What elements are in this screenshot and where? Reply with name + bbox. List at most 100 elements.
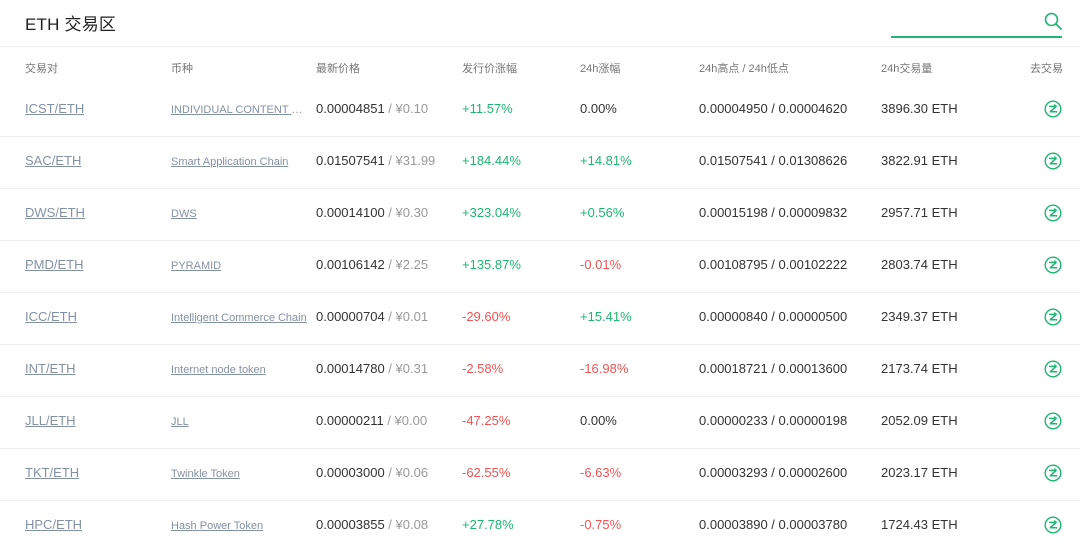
issue-price-change: +184.44% [462, 153, 521, 168]
trade-icon[interactable] [1044, 256, 1062, 274]
volume-24h: 3896.30 ETH [881, 101, 958, 116]
coin-name-link[interactable]: DWS [171, 208, 309, 220]
price-cny: / ¥0.06 [384, 465, 429, 480]
change-24h: +0.56% [580, 205, 625, 220]
table-row[interactable]: INT/ETH Internet node token 0.00014780 /… [0, 345, 1080, 397]
high-low-24h: 0.00108795 / 0.00102222 [699, 257, 848, 272]
pair-link[interactable]: TKT/ETH [25, 465, 79, 480]
trade-icon[interactable] [1044, 464, 1062, 482]
price-cny: / ¥31.99 [384, 153, 436, 168]
coin-name-link[interactable]: INDIVIDUAL CONTENT & SOCIAL TOKEN [171, 104, 309, 116]
high-low-24h: 0.00003890 / 0.00003780 [699, 517, 848, 532]
coin-name-link[interactable]: Hash Power Token [171, 520, 309, 532]
page-header: ETH 交易区 [0, 0, 1080, 47]
col-price[interactable]: 最新价格 [316, 60, 360, 76]
high-low-24h: 0.00018721 / 0.00013600 [699, 361, 848, 376]
issue-price-change: -2.58% [462, 361, 504, 376]
price-cny: / ¥0.01 [384, 309, 429, 324]
issue-price-change: +135.87% [462, 257, 521, 272]
latest-price: 0.00014100 / ¥0.30 [316, 205, 429, 220]
coin-name-link[interactable]: Smart Application Chain [171, 156, 309, 168]
trade-icon[interactable] [1044, 204, 1062, 222]
search-icon[interactable] [1044, 12, 1062, 30]
trade-icon[interactable] [1044, 412, 1062, 430]
high-low-24h: 0.00004950 / 0.00004620 [699, 101, 848, 116]
pair-link[interactable]: ICST/ETH [25, 101, 84, 116]
search-box[interactable] [891, 6, 1062, 38]
latest-price: 0.00004851 / ¥0.10 [316, 101, 429, 116]
col-coin: 币种 [171, 63, 193, 75]
trade-icon[interactable] [1044, 308, 1062, 326]
col-high-low: 24h高点 / 24h低点 [699, 63, 789, 75]
coin-name-link[interactable]: JLL [171, 416, 309, 428]
table-row[interactable]: TKT/ETH Twinkle Token 0.00003000 / ¥0.06… [0, 449, 1080, 501]
col-pair[interactable]: 交易对 [25, 60, 58, 76]
change-24h: 0.00% [580, 101, 617, 116]
pair-link[interactable]: INT/ETH [25, 361, 76, 376]
price-cny: / ¥0.00 [383, 413, 428, 428]
price-cny: / ¥2.25 [384, 257, 429, 272]
change-24h: -0.75% [580, 517, 622, 532]
issue-price-change: +11.57% [462, 101, 513, 116]
latest-price: 0.00014780 / ¥0.31 [316, 361, 429, 376]
issue-price-change: +323.04% [462, 205, 521, 220]
issue-price-change: -47.25% [462, 413, 511, 428]
search-input[interactable] [891, 6, 1044, 34]
issue-price-change: -62.55% [462, 465, 511, 480]
table-row[interactable]: DWS/ETH DWS 0.00014100 / ¥0.30 +323.04% … [0, 189, 1080, 241]
pair-link[interactable]: HPC/ETH [25, 517, 82, 532]
coin-name-link[interactable]: Intelligent Commerce Chain [171, 312, 309, 324]
high-low-24h: 0.00000233 / 0.00000198 [699, 413, 848, 428]
market-table: ICST/ETH INDIVIDUAL CONTENT & SOCIAL TOK… [0, 85, 1080, 552]
volume-24h: 1724.43 ETH [881, 517, 958, 532]
table-row[interactable]: HPC/ETH Hash Power Token 0.00003855 / ¥0… [0, 501, 1080, 552]
change-24h: +14.81% [580, 153, 632, 168]
pair-link[interactable]: PMD/ETH [25, 257, 84, 272]
trade-icon[interactable] [1044, 360, 1062, 378]
change-24h: 0.00% [580, 413, 617, 428]
high-low-24h: 0.00000840 / 0.00000500 [699, 309, 848, 324]
latest-price: 0.00003000 / ¥0.06 [316, 465, 429, 480]
coin-name-link[interactable]: Internet node token [171, 364, 309, 376]
volume-24h: 3822.91 ETH [881, 153, 958, 168]
issue-price-change: +27.78% [462, 517, 514, 532]
high-low-24h: 0.01507541 / 0.01308626 [699, 153, 848, 168]
table-row[interactable]: JLL/ETH JLL 0.00000211 / ¥0.00 -47.25% 0… [0, 397, 1080, 449]
coin-name-link[interactable]: Twinkle Token [171, 468, 309, 480]
price-cny: / ¥0.30 [384, 205, 429, 220]
pair-link[interactable]: DWS/ETH [25, 205, 85, 220]
change-24h: -16.98% [580, 361, 629, 376]
col-volume[interactable]: 24h交易量 [881, 60, 932, 76]
price-cny: / ¥0.08 [384, 517, 429, 532]
col-change-24h[interactable]: 24h涨幅 [580, 60, 620, 76]
table-row[interactable]: ICC/ETH Intelligent Commerce Chain 0.000… [0, 293, 1080, 345]
change-24h: -6.63% [580, 465, 622, 480]
table-row[interactable]: SAC/ETH Smart Application Chain 0.015075… [0, 137, 1080, 189]
table-row[interactable]: PMD/ETH PYRAMID 0.00106142 / ¥2.25 +135.… [0, 241, 1080, 293]
table-row[interactable]: ICST/ETH INDIVIDUAL CONTENT & SOCIAL TOK… [0, 85, 1080, 137]
price-cny: / ¥0.10 [384, 101, 429, 116]
pair-link[interactable]: ICC/ETH [25, 309, 77, 324]
issue-price-change: -29.60% [462, 309, 511, 324]
volume-24h: 2957.71 ETH [881, 205, 958, 220]
coin-name-link[interactable]: PYRAMID [171, 260, 309, 272]
volume-24h: 2173.74 ETH [881, 361, 958, 376]
latest-price: 0.01507541 / ¥31.99 [316, 153, 436, 168]
volume-24h: 2349.37 ETH [881, 309, 958, 324]
volume-24h: 2052.09 ETH [881, 413, 958, 428]
col-trade: 去交易 [1030, 63, 1063, 75]
trade-icon[interactable] [1044, 152, 1062, 170]
high-low-24h: 0.00003293 / 0.00002600 [699, 465, 848, 480]
pair-link[interactable]: JLL/ETH [25, 413, 76, 428]
latest-price: 0.00000704 / ¥0.01 [316, 309, 429, 324]
change-24h: -0.01% [580, 257, 622, 272]
trade-icon[interactable] [1044, 516, 1062, 534]
col-issue-change[interactable]: 发行价涨幅 [462, 60, 517, 76]
latest-price: 0.00003855 / ¥0.08 [316, 517, 429, 532]
volume-24h: 2803.74 ETH [881, 257, 958, 272]
trade-icon[interactable] [1044, 100, 1062, 118]
latest-price: 0.00106142 / ¥2.25 [316, 257, 429, 272]
page-title: ETH 交易区 [25, 15, 117, 34]
pair-link[interactable]: SAC/ETH [25, 153, 81, 168]
high-low-24h: 0.00015198 / 0.00009832 [699, 205, 848, 220]
